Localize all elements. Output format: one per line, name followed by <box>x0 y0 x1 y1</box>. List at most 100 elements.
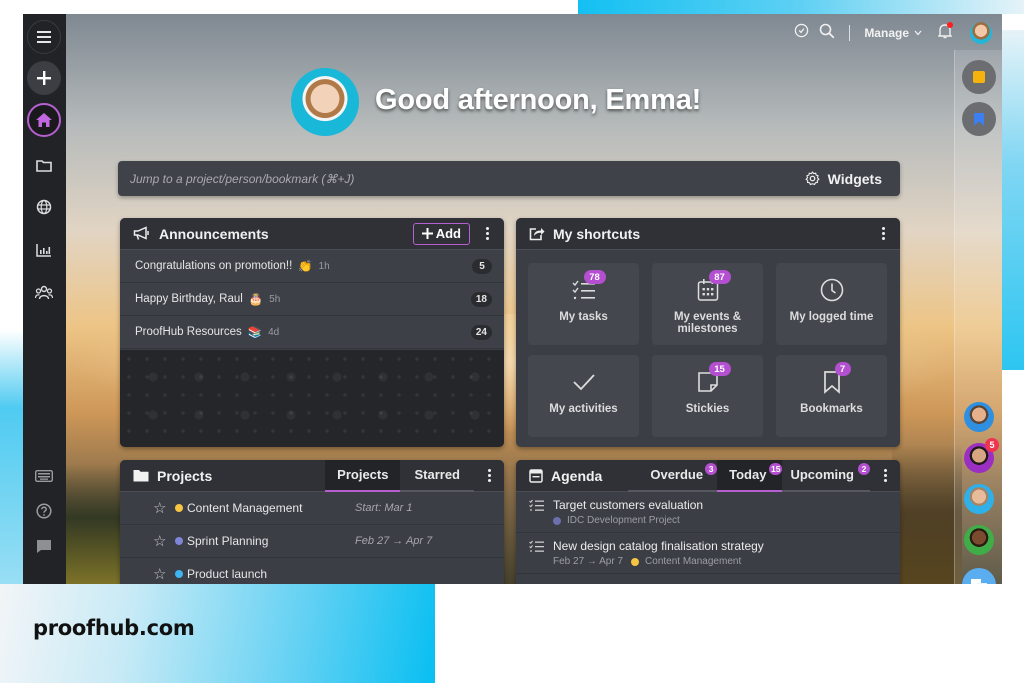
project-row[interactable]: ☆ Sprint Planning Feb 27 → Apr 7 <box>120 525 504 558</box>
clock-icon <box>820 278 843 302</box>
tab-today[interactable]: Today 15 <box>717 460 783 492</box>
projects-widget: Projects Projects Starred ☆ Content Mana… <box>120 460 504 584</box>
manage-label: Manage <box>864 26 909 40</box>
shortcut-my-events[interactable]: 87 My events & milestones <box>652 263 763 345</box>
agenda-item[interactable]: New design catalog finalisation strategy… <box>516 533 900 574</box>
projects-header: Projects Projects Starred <box>120 460 504 492</box>
people-icon <box>35 285 53 300</box>
bookmarks-count-badge: 7 <box>834 362 851 376</box>
sidebar-menu-button[interactable] <box>27 20 61 54</box>
project-color-dot <box>553 516 561 525</box>
shortcut-stickies[interactable]: 15 Stickies <box>652 355 763 437</box>
gear-icon <box>804 171 820 186</box>
announcement-age: 5h <box>269 293 281 305</box>
tab-label: Overdue <box>650 467 704 482</box>
upcoming-count-badge: 2 <box>858 462 870 475</box>
app-window: Manage 5 Good afternoon, Emma! Jump to a… <box>23 14 1002 584</box>
shortcut-label: My activities <box>549 403 618 415</box>
sidebar-help[interactable] <box>32 499 56 523</box>
shortcuts-title: My shortcuts <box>553 225 641 242</box>
project-row[interactable]: ☆ Content Management Start: Mar 1 <box>120 492 504 525</box>
widgets-button[interactable]: Widgets <box>804 171 882 187</box>
star-icon[interactable]: ☆ <box>153 565 175 583</box>
shortcut-label: My tasks <box>559 311 608 323</box>
calendar-icon <box>529 469 543 483</box>
checkmark-icon <box>572 374 595 391</box>
jump-search-input[interactable] <box>130 171 630 186</box>
announcements-decorative-pattern <box>120 350 504 447</box>
agenda-item-title: Target customers evaluation <box>553 498 704 512</box>
shortcuts-more-icon[interactable] <box>876 227 890 240</box>
sidebar-feedback[interactable] <box>32 534 56 558</box>
user-avatar[interactable] <box>970 22 992 44</box>
sidebar-item-reports[interactable] <box>32 238 56 262</box>
announcement-item[interactable]: Happy Birthday, Raul 🎂 5h 18 <box>120 283 504 316</box>
project-color-dot <box>175 537 183 545</box>
sidebar-add-button[interactable] <box>27 61 61 95</box>
greeting-avatar <box>291 68 359 136</box>
agenda-item[interactable]: Target customers evaluation IDC Developm… <box>516 492 900 533</box>
background-accent-right <box>1002 30 1024 370</box>
announcement-age: 1h <box>318 260 330 272</box>
agenda-more-icon[interactable] <box>878 469 892 482</box>
timer-button[interactable] <box>794 23 809 43</box>
sidebar-keyboard-shortcuts[interactable] <box>32 464 56 488</box>
unread-badge: 5 <box>985 438 999 452</box>
tab-projects[interactable]: Projects <box>325 460 401 492</box>
sidebar-item-people[interactable] <box>32 281 56 305</box>
chat-person-avatar[interactable]: 5 <box>964 438 999 473</box>
stickies-button[interactable] <box>962 60 996 94</box>
projects-more-icon[interactable] <box>482 469 496 482</box>
announcements-title: Announcements <box>159 225 269 242</box>
announcement-text: Congratulations on promotion!! <box>135 260 293 272</box>
bookmarks-button[interactable] <box>962 102 996 136</box>
brand-url: proofhub.com <box>33 616 195 640</box>
project-color-dot <box>175 504 183 512</box>
comment-count: 18 <box>470 291 492 307</box>
announcement-text: Happy Birthday, Raul <box>135 293 243 305</box>
top-bar: Manage <box>794 20 992 46</box>
bookmark-icon <box>974 112 984 126</box>
tab-starred[interactable]: Starred <box>400 460 474 492</box>
star-icon[interactable]: ☆ <box>153 532 175 550</box>
tab-upcoming[interactable]: Upcoming 2 <box>782 460 870 492</box>
shortcut-bookmarks[interactable]: 7 Bookmarks <box>776 355 887 437</box>
tab-label: Upcoming <box>790 467 854 482</box>
shortcut-label: My logged time <box>789 311 874 323</box>
task-list-icon <box>529 540 544 552</box>
timer-icon <box>795 23 809 38</box>
announcement-item[interactable]: ProofHub Resources 📚 4d 24 <box>120 316 504 349</box>
today-count-badge: 15 <box>768 462 783 475</box>
chat-person-avatar[interactable] <box>964 484 994 514</box>
announcement-item[interactable]: Congratulations on promotion!! 👏 1h 5 <box>120 250 504 283</box>
add-label: Add <box>435 226 461 241</box>
project-name: Content Management <box>187 501 303 515</box>
shortcut-my-tasks[interactable]: 78 My tasks <box>528 263 639 345</box>
notifications-button[interactable] <box>937 21 953 44</box>
shortcuts-header: My shortcuts <box>516 218 900 250</box>
chat-icon <box>971 579 987 584</box>
search-button[interactable] <box>819 23 835 44</box>
agenda-item-project: Content Management <box>645 556 742 567</box>
chat-button[interactable] <box>962 568 996 584</box>
chat-person-avatar[interactable] <box>964 402 994 432</box>
reports-chart-icon <box>36 244 51 257</box>
chat-person-avatar[interactable] <box>964 525 994 555</box>
keyboard-icon <box>35 470 53 482</box>
project-date: Start: Mar 1 <box>355 502 413 514</box>
manage-dropdown[interactable]: Manage <box>864 26 922 40</box>
announcements-header: Announcements Add <box>120 218 504 250</box>
sidebar-item-everything[interactable] <box>32 195 56 219</box>
shortcut-my-logged-time[interactable]: My logged time <box>776 263 887 345</box>
announcement-text: ProofHub Resources <box>135 326 242 338</box>
star-icon[interactable]: ☆ <box>153 499 175 517</box>
sidebar-item-projects[interactable] <box>32 153 56 177</box>
add-announcement-button[interactable]: Add <box>412 222 470 245</box>
shortcut-my-activities[interactable]: My activities <box>528 355 639 437</box>
project-row[interactable]: ☆ Product launch <box>120 558 504 584</box>
right-rail: 5 <box>954 50 1002 584</box>
tab-overdue[interactable]: Overdue 3 <box>628 460 718 492</box>
sidebar-item-home[interactable] <box>27 103 61 137</box>
announcements-more-icon[interactable] <box>480 227 494 240</box>
shortcut-label: Bookmarks <box>800 403 863 415</box>
